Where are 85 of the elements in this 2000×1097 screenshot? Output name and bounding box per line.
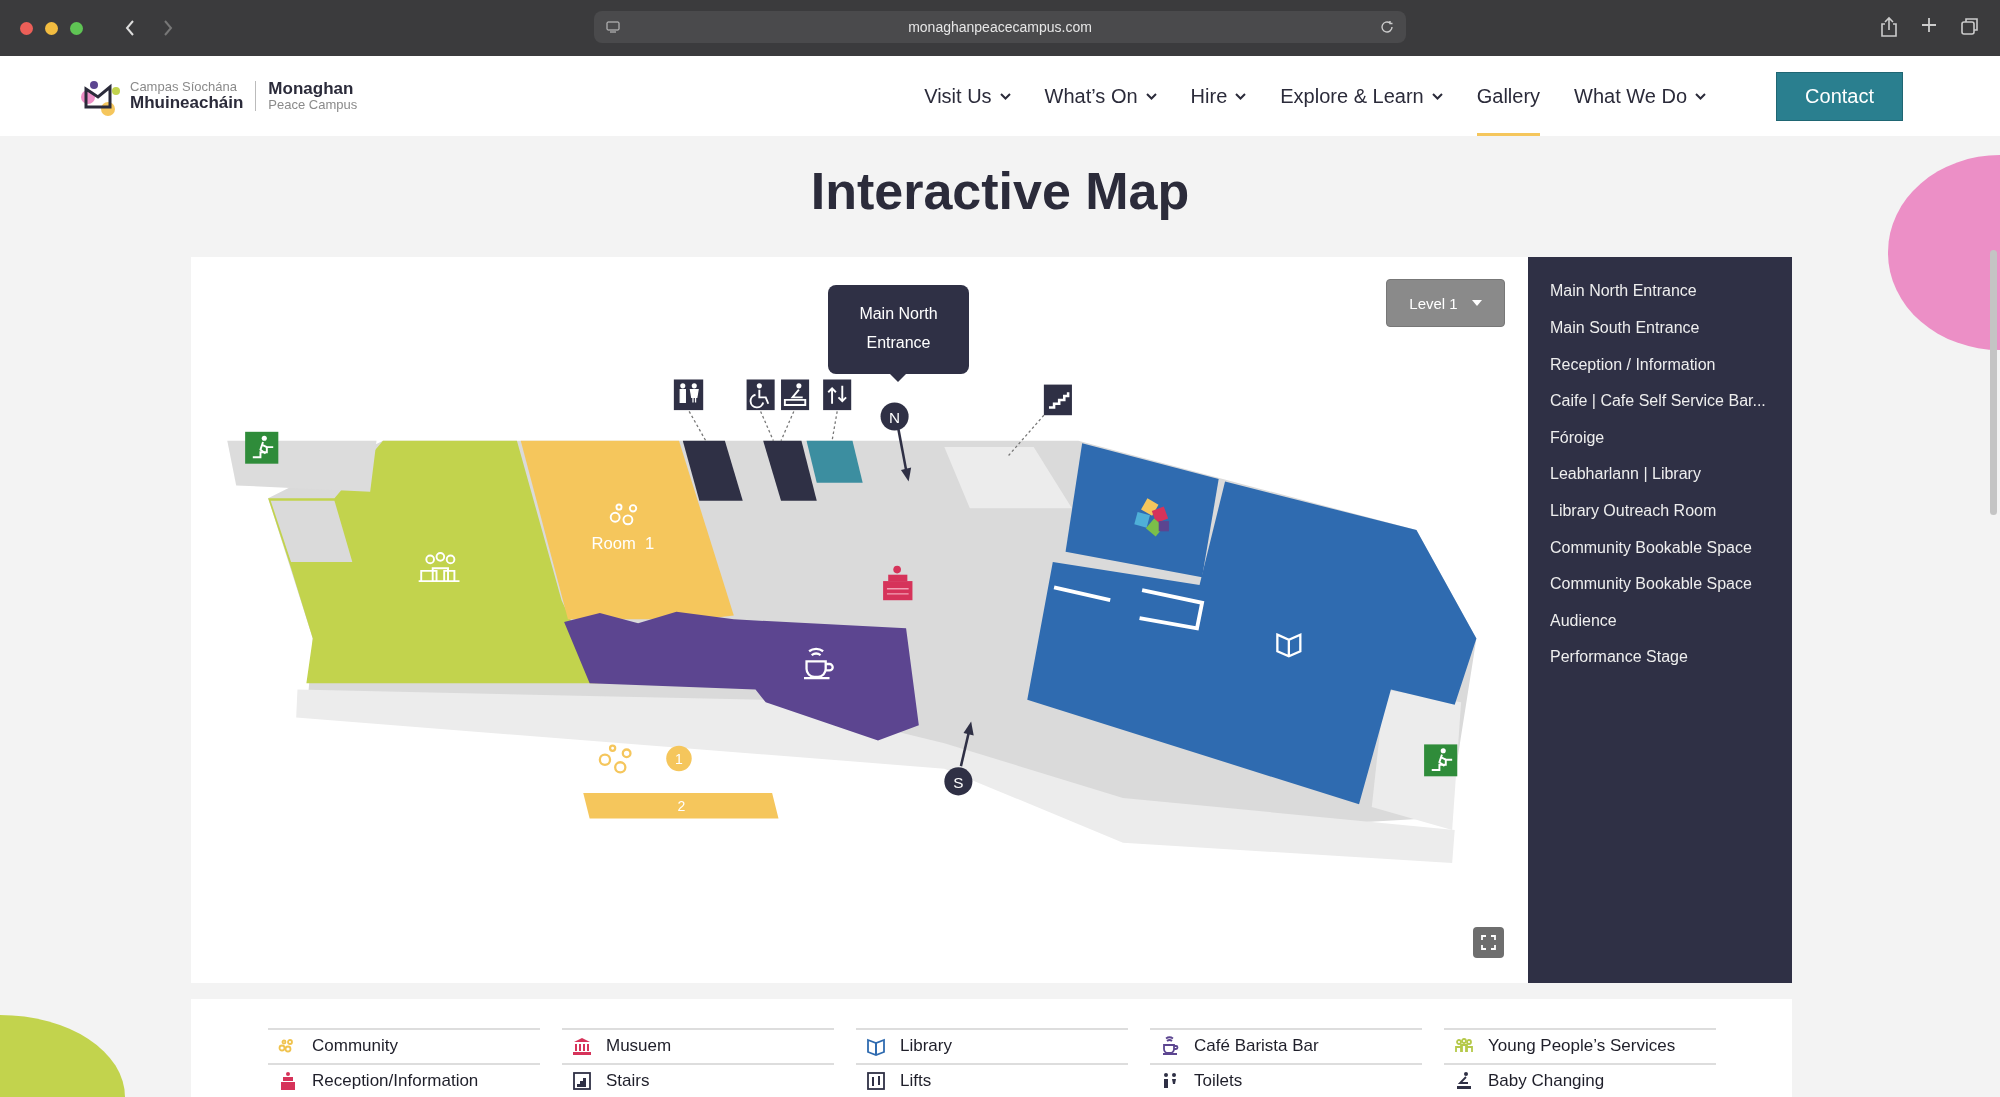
nav-link[interactable]: Gallery (1476, 56, 1541, 136)
chevron-down-icon (999, 92, 1011, 100)
nav-link[interactable]: What’s On (1044, 56, 1157, 136)
north-label: N (889, 409, 901, 427)
south-marker[interactable] (944, 767, 973, 796)
location-link[interactable]: Fóroige (1550, 419, 1792, 457)
plus-icon[interactable] (1920, 16, 1938, 34)
nav-link[interactable]: What We Do (1574, 56, 1707, 136)
logo-text: Monaghan (268, 80, 355, 99)
emergency-exit-icon[interactable] (245, 432, 279, 465)
url-text: monaghanpeacecampus.com (908, 19, 1092, 35)
bubbles-icon (609, 503, 638, 526)
leader-line (1007, 414, 1045, 458)
location-link[interactable]: Leabharlann | Library (1550, 456, 1792, 493)
logo-text: Campas Síochána (130, 80, 238, 94)
location-link[interactable]: Community Bookable Space (1550, 529, 1792, 567)
back-icon[interactable] (125, 19, 135, 37)
open-book-icon (1276, 633, 1302, 658)
minimize-window-button[interactable] (45, 21, 58, 35)
nav-link[interactable]: Visit Us (924, 56, 1011, 136)
north-arrow (897, 429, 912, 482)
leader-line (760, 411, 795, 442)
reception-icon (883, 566, 913, 601)
legend-label: Café Barista Bar (1194, 1036, 1319, 1057)
logo-text: Mhuineacháin (130, 93, 244, 112)
bubbles-icon (598, 744, 632, 774)
area-number: 2 (677, 798, 686, 815)
badge-number: 1 (675, 750, 683, 767)
lift-icon[interactable] (823, 379, 852, 411)
location-link[interactable]: Community Bookable Space (1550, 566, 1792, 603)
leader-line (688, 411, 707, 442)
north-marker[interactable] (880, 402, 909, 431)
location-link[interactable]: Performance Stage (1550, 639, 1792, 676)
baby-changing-icon[interactable] (781, 379, 810, 411)
chevron-down-icon (1431, 92, 1443, 100)
caret-icon (1471, 300, 1482, 307)
close-window-button[interactable] (20, 21, 33, 35)
legend-label: Toilets (1194, 1070, 1243, 1091)
south-arrow (959, 721, 974, 767)
legend-label: Lifts (900, 1070, 932, 1091)
chevron-down-icon (1145, 92, 1157, 100)
contact-button[interactable]: Contact (1776, 71, 1903, 121)
chevron-down-icon (1235, 92, 1247, 100)
address-bar[interactable]: monaghanpeacecampus.com (594, 11, 1406, 43)
emergency-exit-icon[interactable] (1424, 744, 1458, 777)
chevron-down-icon (1695, 92, 1707, 100)
legend-label: Musuem (606, 1036, 672, 1057)
nav-link[interactable]: Hire (1190, 56, 1247, 136)
south-label: S (953, 774, 964, 792)
location-link[interactable]: Caife | Cafe Self Service Bar... (1550, 383, 1792, 420)
room-label: Room 1 (591, 534, 655, 554)
location-link[interactable]: Library Outreach Room (1550, 492, 1792, 530)
location-link[interactable]: Main North Entrance (1550, 273, 1792, 310)
tabs-icon[interactable] (1960, 16, 1980, 36)
lift-room[interactable] (806, 441, 863, 484)
location-link[interactable]: Reception / Information (1550, 346, 1792, 384)
legend-label: Reception/Information (312, 1070, 479, 1091)
fullscreen-button[interactable] (1473, 927, 1504, 959)
scrollbar-thumb[interactable] (1990, 250, 1997, 515)
page-title: Interactive Map (810, 161, 1190, 222)
coffee-cup-icon (802, 648, 834, 680)
legend-label: Baby Changing (1488, 1070, 1605, 1091)
location-tooltip: Main North Entrance (828, 285, 969, 383)
puzzle-logo-icon (1134, 498, 1169, 537)
page-icon (606, 20, 620, 34)
legend-label: Library (900, 1036, 952, 1057)
group-icon (417, 552, 461, 583)
legend-label: Stairs (606, 1070, 650, 1091)
accessible-room[interactable] (763, 441, 817, 502)
maximize-window-button[interactable] (70, 21, 83, 35)
reload-icon[interactable] (1380, 20, 1394, 34)
legend-label: Community (312, 1036, 398, 1057)
legend-label: Young People’s Services (1488, 1036, 1676, 1057)
logo-text: Peace Campus (268, 98, 358, 112)
location-link[interactable]: Audience (1550, 602, 1792, 640)
toilets-icon[interactable] (673, 379, 704, 411)
fullscreen-icon (1481, 935, 1496, 951)
toilets-room[interactable] (682, 441, 743, 502)
leader-line (831, 411, 838, 442)
nav-link[interactable]: Explore & Learn (1280, 56, 1443, 136)
share-icon[interactable] (1880, 16, 1898, 38)
wheelchair-icon[interactable] (746, 379, 775, 411)
stairs-icon[interactable] (1043, 385, 1072, 416)
forward-icon[interactable] (163, 19, 173, 37)
location-link[interactable]: Main South Entrance (1550, 310, 1792, 347)
